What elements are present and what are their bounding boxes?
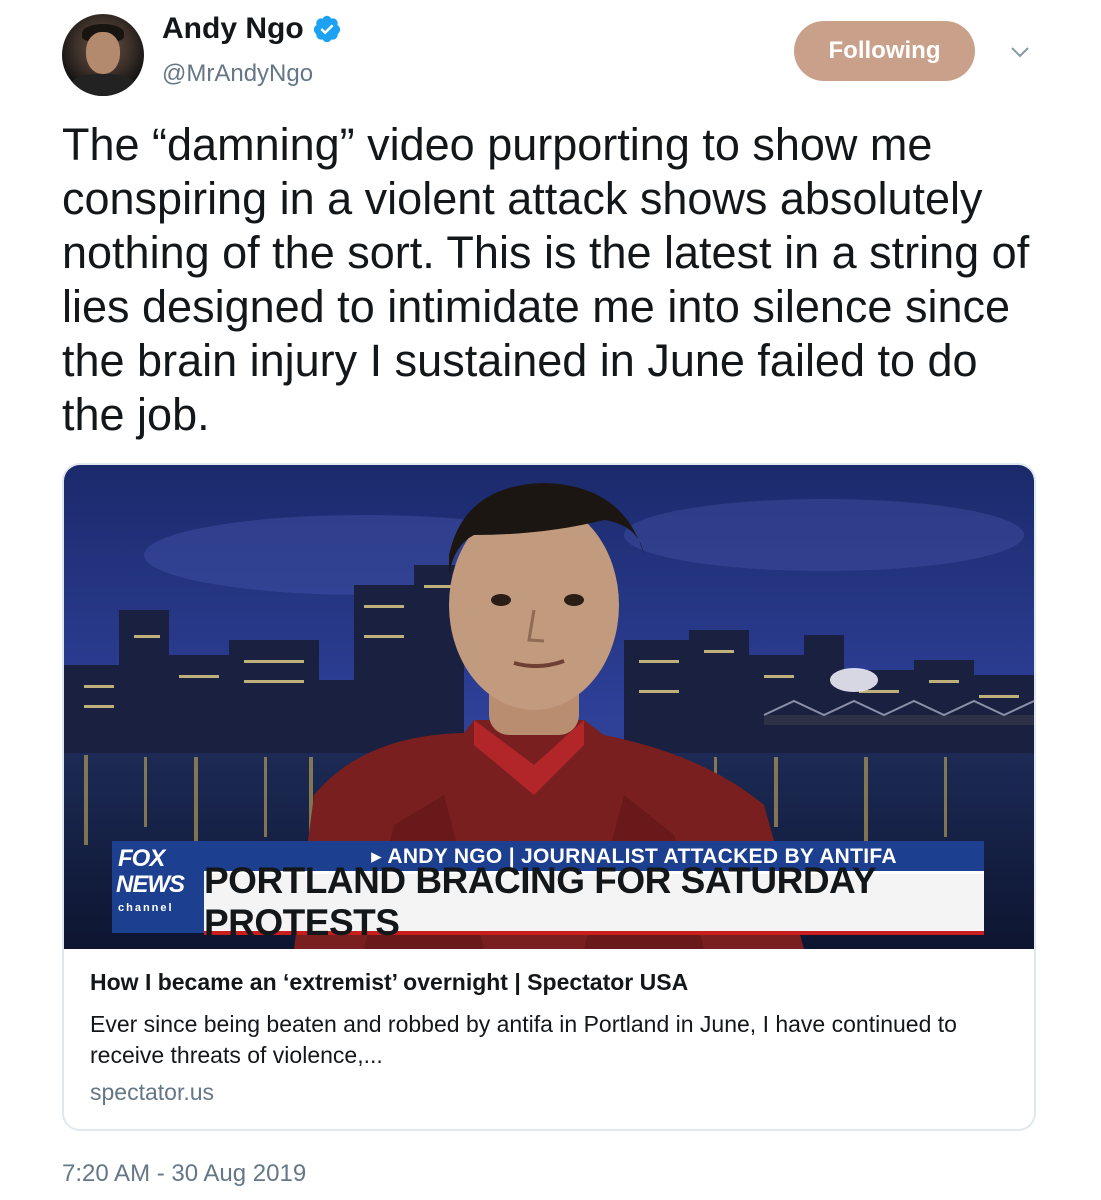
- card-domain: spectator.us: [90, 1079, 215, 1105]
- avatar[interactable]: [62, 14, 144, 96]
- link-card[interactable]: ▸ ANDY NGO | JOURNALIST ATTACKED BY ANTI…: [62, 463, 1036, 1131]
- author-name-row[interactable]: Andy Ngo: [162, 12, 342, 46]
- tweet-text: The “damning” video purporting to show m…: [62, 119, 1030, 440]
- display-name[interactable]: Andy Ngo: [162, 12, 304, 46]
- fox-news-logo: FOX NEWS channel: [112, 843, 204, 933]
- logo-line-1: FOX: [118, 845, 165, 872]
- tweet-timestamp[interactable]: 7:20 AM - 30 Aug 2019: [62, 1160, 306, 1188]
- author-handle[interactable]: @MrAndyNgo: [162, 60, 313, 88]
- following-button[interactable]: Following: [794, 21, 975, 81]
- card-title[interactable]: How I became an ‘extremist’ overnight | …: [90, 969, 688, 996]
- card-image[interactable]: ▸ ANDY NGO | JOURNALIST ATTACKED BY ANTI…: [64, 465, 1034, 949]
- card-description: Ever since being beaten and robbed by an…: [90, 1011, 957, 1068]
- verified-badge-icon: [313, 15, 340, 43]
- logo-line-3: channel: [118, 902, 174, 914]
- logo-line-2: NEWS: [116, 871, 185, 898]
- chevron-down-icon[interactable]: [1008, 40, 1032, 64]
- chyron-headline: PORTLAND BRACING FOR SATURDAY PROTESTS: [204, 860, 876, 943]
